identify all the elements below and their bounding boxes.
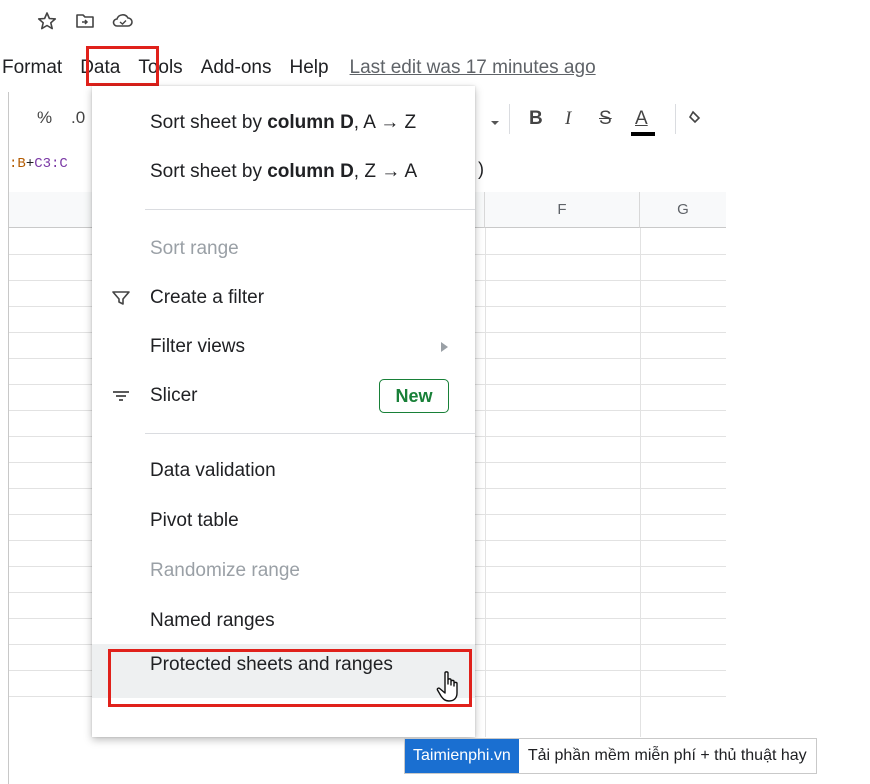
column-header-f[interactable]: F bbox=[485, 192, 640, 228]
menu-item-create-filter[interactable]: Create a filter bbox=[92, 273, 475, 323]
menu-add-ons[interactable]: Add-ons bbox=[192, 50, 281, 86]
toolbar-divider bbox=[675, 104, 676, 134]
font-size-dropdown-icon[interactable] bbox=[489, 112, 501, 134]
data-menu-dropdown: Sort sheet by column D, A → Z Sort sheet… bbox=[92, 86, 475, 737]
formula-operator: + bbox=[25, 156, 35, 172]
bold-button[interactable]: B bbox=[529, 108, 543, 130]
column-header-g[interactable]: G bbox=[640, 192, 726, 228]
menu-item-label: Named ranges bbox=[150, 610, 275, 631]
menu-item-label: Randomize range bbox=[150, 560, 300, 581]
toolbar-divider bbox=[509, 104, 510, 134]
star-icon[interactable] bbox=[36, 10, 58, 32]
formula-ref-2: C3:C bbox=[34, 156, 68, 172]
data-menu-highlight-box bbox=[86, 46, 159, 86]
menu-item-pivot-table[interactable]: Pivot table bbox=[92, 496, 475, 546]
text-color-swatch bbox=[631, 132, 655, 136]
menu-item-label: Pivot table bbox=[150, 510, 239, 531]
menu-item-named-ranges[interactable]: Named ranges bbox=[92, 596, 475, 646]
brand-tagline: Tải phần mềm miễn phí + thủ thuật hay bbox=[527, 747, 807, 764]
menu-format[interactable]: Format bbox=[0, 50, 71, 86]
brand-label: Taimienphi.vn bbox=[405, 739, 519, 773]
text-color-button[interactable]: A bbox=[635, 108, 648, 130]
formula-text[interactable]: :B+C3:C bbox=[9, 156, 68, 172]
menu-help[interactable]: Help bbox=[280, 50, 337, 86]
menu-item-label: Slicer bbox=[150, 385, 198, 406]
menu-item-label: Sort sheet by column D, Z → A bbox=[150, 161, 418, 182]
menu-item-label: Filter views bbox=[150, 336, 246, 357]
watermark-banner: Taimienphi.vn Tải phần mềm miễn phí + th… bbox=[404, 738, 817, 774]
decrease-decimal-button[interactable]: .0 bbox=[71, 108, 85, 128]
menu-item-data-validation[interactable]: Data validation bbox=[92, 446, 475, 496]
menu-item-sort-za[interactable]: Sort sheet by column D, Z → A bbox=[92, 147, 475, 197]
menu-item-sort-az[interactable]: Sort sheet by column D, A → Z bbox=[92, 98, 475, 148]
grid-column-line bbox=[640, 228, 641, 737]
last-edit-link[interactable]: Last edit was 17 minutes ago bbox=[350, 57, 596, 79]
menu-separator bbox=[145, 209, 475, 210]
menu-item-randomize-range: Randomize range bbox=[92, 546, 475, 596]
menu-item-label: Sort sheet by column D, A → Z bbox=[150, 112, 417, 133]
grid-column-line bbox=[485, 228, 486, 737]
hand-cursor-icon bbox=[436, 670, 464, 709]
formula-ref-1: :B bbox=[9, 156, 26, 172]
protected-sheets-highlight-box bbox=[108, 649, 472, 707]
submenu-arrow-icon bbox=[441, 342, 448, 352]
move-to-folder-icon[interactable] bbox=[74, 10, 96, 32]
title-bar-icons bbox=[36, 10, 134, 32]
italic-button[interactable]: I bbox=[565, 108, 571, 130]
menu-separator bbox=[145, 433, 475, 434]
cloud-status-icon[interactable] bbox=[112, 10, 134, 32]
format-percent-button[interactable]: % bbox=[37, 108, 52, 128]
menu-item-sort-range: Sort range bbox=[92, 224, 475, 274]
strikethrough-button[interactable]: S bbox=[599, 108, 612, 130]
slicer-icon bbox=[110, 385, 132, 407]
new-badge: New bbox=[379, 379, 449, 413]
menu-item-slicer[interactable]: Slicer New bbox=[92, 371, 475, 421]
menu-item-label: Sort range bbox=[150, 238, 239, 259]
formula-close-paren: ) bbox=[478, 159, 484, 179]
menu-item-filter-views[interactable]: Filter views bbox=[92, 322, 475, 372]
filter-icon bbox=[110, 287, 132, 309]
menu-item-label: Data validation bbox=[150, 460, 276, 481]
menu-item-label: Create a filter bbox=[150, 287, 265, 308]
fill-color-icon[interactable] bbox=[688, 110, 701, 132]
